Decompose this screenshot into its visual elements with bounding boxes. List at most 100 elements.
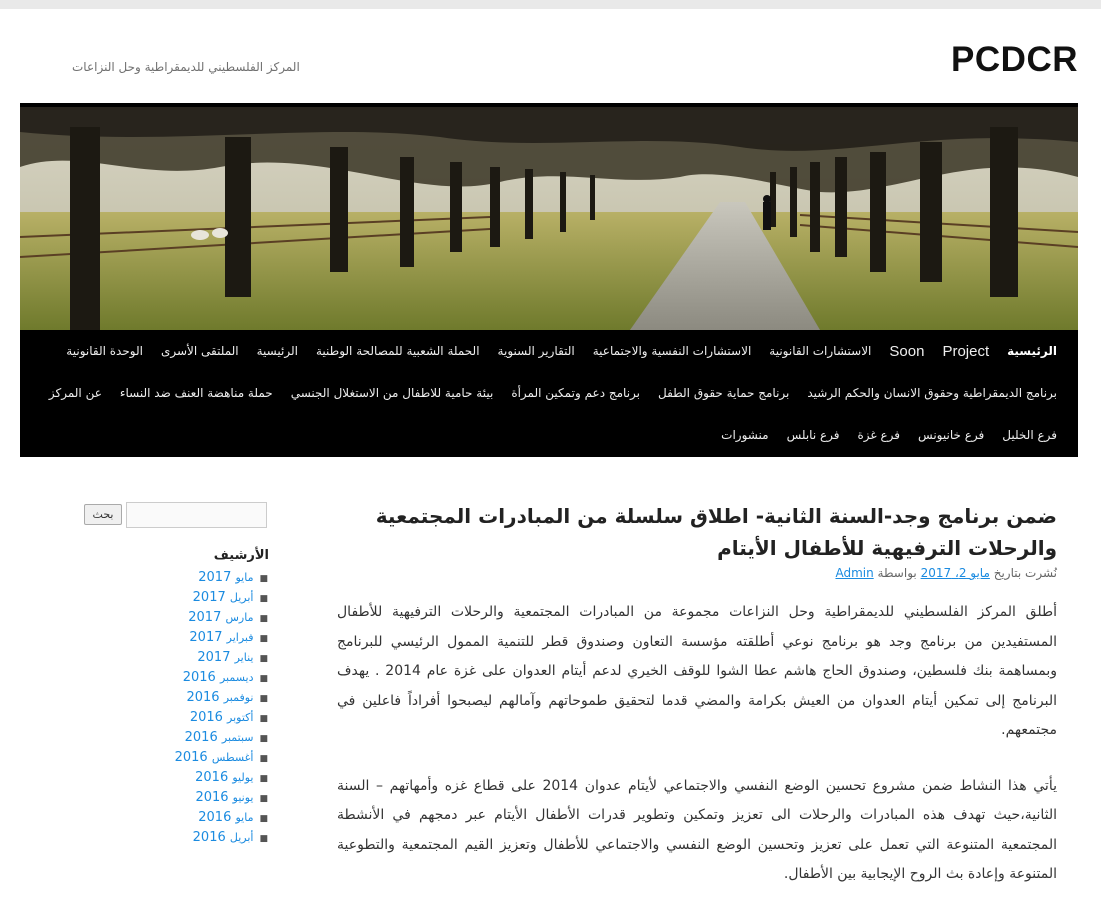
archive-link[interactable]: أبريل 2017	[193, 590, 254, 605]
archive-year: 2016	[195, 790, 229, 805]
nav-item-reconciliation-campaign[interactable]: الحملة الشعبية للمصالحة الوطنية	[307, 344, 489, 358]
archive-link[interactable]: سبتمبر 2016	[185, 730, 254, 745]
archive-year: 2016	[192, 830, 226, 845]
archive-link[interactable]: فبراير 2017	[189, 630, 253, 645]
list-item: ■ ديسمبر 2016	[60, 668, 268, 688]
archive-link[interactable]: يناير 2017	[197, 650, 253, 665]
bullet-icon: ■	[259, 654, 268, 664]
bullet-icon: ■	[259, 634, 268, 644]
archive-month: أبريل	[229, 831, 254, 844]
archive-month: مارس	[225, 611, 254, 624]
archive-month: يوليو	[232, 771, 254, 784]
post-content: أطلق المركز الفلسطيني للديمقراطية وحل ال…	[337, 598, 1057, 916]
nav-item-women-empowerment-program[interactable]: برنامج دعم وتمكين المرأة	[502, 386, 649, 400]
post-author-link[interactable]: Admin	[835, 566, 873, 580]
nav-item-gaza-branch[interactable]: فرع غزة	[849, 428, 910, 442]
archive-year: 2017	[188, 610, 222, 625]
nav-item-publications[interactable]: منشورات	[712, 428, 777, 442]
post-date-link[interactable]: مايو 2، 2017	[921, 566, 990, 580]
nav-item-home[interactable]: الرئيسية	[998, 344, 1066, 358]
bullet-icon: ■	[259, 734, 268, 744]
site-title[interactable]: PCDCR	[951, 40, 1078, 80]
nav-item-legal-unit[interactable]: الوحدة القانونية	[57, 344, 152, 358]
bullet-icon: ■	[259, 574, 268, 584]
site-description: المركز الفلسطيني للديمقراطية وحل النزاعا…	[72, 60, 300, 74]
post-meta-by: بواسطة	[877, 566, 917, 580]
archive-month: نوفمبر	[223, 691, 254, 704]
bullet-icon: ■	[259, 614, 268, 624]
archive-year: 2017	[189, 630, 223, 645]
archive-link[interactable]: نوفمبر 2016	[186, 690, 253, 705]
archive-month: ديسمبر	[219, 671, 254, 684]
search-button[interactable]: بحث	[84, 504, 122, 525]
nav-row-3: فرع الخليل فرع خانيونس فرع غزة فرع نابلس…	[20, 414, 1078, 456]
bullet-icon: ■	[259, 674, 268, 684]
archive-year: 2017	[192, 590, 226, 605]
archive-link[interactable]: يونيو 2016	[195, 790, 253, 805]
list-item: ■ نوفمبر 2016	[60, 688, 268, 708]
archive-link[interactable]: يوليو 2016	[195, 770, 253, 785]
nav-item-legal-consultations[interactable]: الاستشارات القانونية	[760, 344, 880, 358]
browser-top-strip	[0, 0, 1101, 9]
archive-link[interactable]: ديسمبر 2016	[183, 670, 254, 685]
nav-item-psychosocial-consultations[interactable]: الاستشارات النفسية والاجتماعية	[584, 344, 761, 358]
bullet-icon: ■	[259, 834, 268, 844]
post-paragraph: أطلق المركز الفلسطيني للديمقراطية وحل ال…	[337, 604, 1057, 738]
list-item: ■ أبريل 2017	[60, 588, 268, 608]
post-meta-prefix: نُشرت بتاريخ	[993, 566, 1057, 580]
list-item: ■ مايو 2016	[60, 808, 268, 828]
nav-item-home-2[interactable]: الرئيسية	[248, 344, 307, 358]
nav-item-hebron-branch[interactable]: فرع الخليل	[993, 428, 1066, 442]
nav-item-annual-reports[interactable]: التقارير السنوية	[489, 344, 584, 358]
archive-heading: الأرشيف	[213, 548, 269, 563]
nav-row-2: برنامج الديمقراطية وحقوق الانسان والحكم …	[20, 372, 1078, 414]
bullet-icon: ■	[259, 814, 268, 824]
archive-year: 2016	[195, 770, 229, 785]
bullet-icon: ■	[259, 754, 268, 764]
archive-month: يونيو	[232, 791, 254, 804]
list-item: ■ يونيو 2016	[60, 788, 268, 808]
list-item: ■ يوليو 2016	[60, 768, 268, 788]
bullet-icon: ■	[259, 694, 268, 704]
archive-link[interactable]: أغسطس 2016	[175, 750, 254, 765]
archive-link[interactable]: أكتوبر 2016	[190, 710, 254, 725]
nav-item-family-forum[interactable]: الملتقى الأسرى	[152, 344, 248, 358]
nav-item-khanyounis-branch[interactable]: فرع خانيونس	[909, 428, 993, 442]
post-title[interactable]: ضمن برنامج وجد-السنة الثانية- اطلاق سلسل…	[337, 500, 1057, 564]
nav-item-project[interactable]: Project	[933, 343, 998, 360]
bullet-icon: ■	[259, 714, 268, 724]
search-input[interactable]	[126, 502, 267, 528]
nav-item-democracy-program[interactable]: برنامج الديمقراطية وحقوق الانسان والحكم …	[798, 386, 1066, 400]
nav-item-nablus-branch[interactable]: فرع نابلس	[778, 428, 849, 442]
archive-year: 2017	[197, 650, 231, 665]
archive-year: 2016	[174, 750, 208, 765]
archive-month: أبريل	[229, 591, 254, 604]
list-item: ■ يناير 2017	[60, 648, 268, 668]
archive-year: 2016	[184, 730, 218, 745]
nav-item-soon[interactable]: Soon	[880, 343, 933, 360]
list-item: ■ أبريل 2016	[60, 828, 268, 848]
archive-month: سبتمبر	[221, 731, 254, 744]
header-image	[20, 103, 1078, 330]
list-item: ■ سبتمبر 2016	[60, 728, 268, 748]
bullet-icon: ■	[259, 794, 268, 804]
nav-item-child-protection[interactable]: بيئة حامية للاطفال من الاستغلال الجنسي	[282, 386, 503, 400]
list-item: ■ مارس 2017	[60, 608, 268, 628]
archive-year: 2016	[182, 670, 216, 685]
archive-month: مايو	[235, 811, 254, 824]
main-navigation: الرئيسية Project Soon الاستشارات القانون…	[20, 330, 1078, 457]
list-item: ■ أكتوبر 2016	[60, 708, 268, 728]
nav-item-about[interactable]: عن المركز	[40, 386, 111, 400]
archive-month: فبراير	[226, 631, 254, 644]
nav-item-violence-campaign[interactable]: حملة مناهضة العنف ضد النساء	[111, 386, 282, 400]
nav-item-child-rights-program[interactable]: برنامج حماية حقوق الطفل	[649, 386, 798, 400]
bullet-icon: ■	[259, 594, 268, 604]
archive-link[interactable]: مايو 2016	[198, 810, 253, 825]
archive-link[interactable]: مارس 2017	[188, 610, 253, 625]
post-meta: نُشرت بتاريخ مايو 2، 2017 بواسطة Admin	[835, 566, 1057, 580]
archive-link[interactable]: أبريل 2016	[193, 830, 254, 845]
post-paragraph: يأتي هذا النشاط ضمن مشروع تحسين الوضع ال…	[337, 777, 1057, 883]
archive-link[interactable]: مايو 2017	[198, 570, 253, 585]
nav-row-1: الرئيسية Project Soon الاستشارات القانون…	[20, 330, 1078, 372]
archive-year: 2016	[198, 810, 232, 825]
